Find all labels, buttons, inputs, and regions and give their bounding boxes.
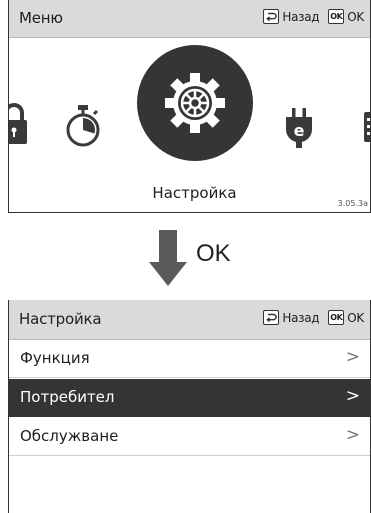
back-label[interactable]: Назад [282,311,319,325]
plug-icon[interactable]: e [285,108,313,148]
screen-title: Настройка [19,310,102,328]
timer-icon[interactable] [63,104,103,148]
svg-text:e: e [294,121,305,140]
nav-hints: Назад OK OK [263,310,364,325]
ok-key-icon[interactable]: OK [328,9,345,24]
ok-label[interactable]: OK [347,311,364,325]
lock-icon[interactable] [8,102,29,144]
back-key-icon[interactable] [263,310,280,325]
menu-item-function[interactable]: Функция > [9,340,370,378]
transition-ok-label: OK [196,240,231,267]
selected-item-label: Настройка [152,184,237,202]
nav-hints: Назад OK OK [263,9,364,24]
menu-item-user[interactable]: Потребител > [9,379,370,417]
menu-item-label: Функция [20,349,90,367]
chevron-right-icon: > [345,425,360,445]
title-bar: Меню Назад OK OK [9,0,370,38]
gear-icon [165,73,225,133]
version-label: 3.05.3a [337,199,368,208]
menu-item-service[interactable]: Обслужване > [9,418,370,456]
menu-item-label: Потребител [20,388,115,406]
screen-title: Меню [19,9,63,27]
menu-item-label: Обслужване [20,427,119,445]
next-item-icon[interactable] [364,112,371,142]
settings-screen: Настройка Назад OK OK Функция > Потребит… [8,300,371,513]
selected-item-highlight[interactable] [137,45,253,161]
back-label[interactable]: Назад [282,10,319,24]
back-key-icon[interactable] [263,9,280,24]
chevron-right-icon: > [345,386,360,406]
title-bar: Настройка Назад OK OK [9,300,370,340]
arrow-down-icon [149,230,187,286]
ok-label[interactable]: OK [347,10,364,24]
main-menu-screen: Меню Назад OK OK e Настройка 3.05.3a [8,0,371,213]
chevron-right-icon: > [345,347,360,367]
ok-key-icon[interactable]: OK [328,310,345,325]
